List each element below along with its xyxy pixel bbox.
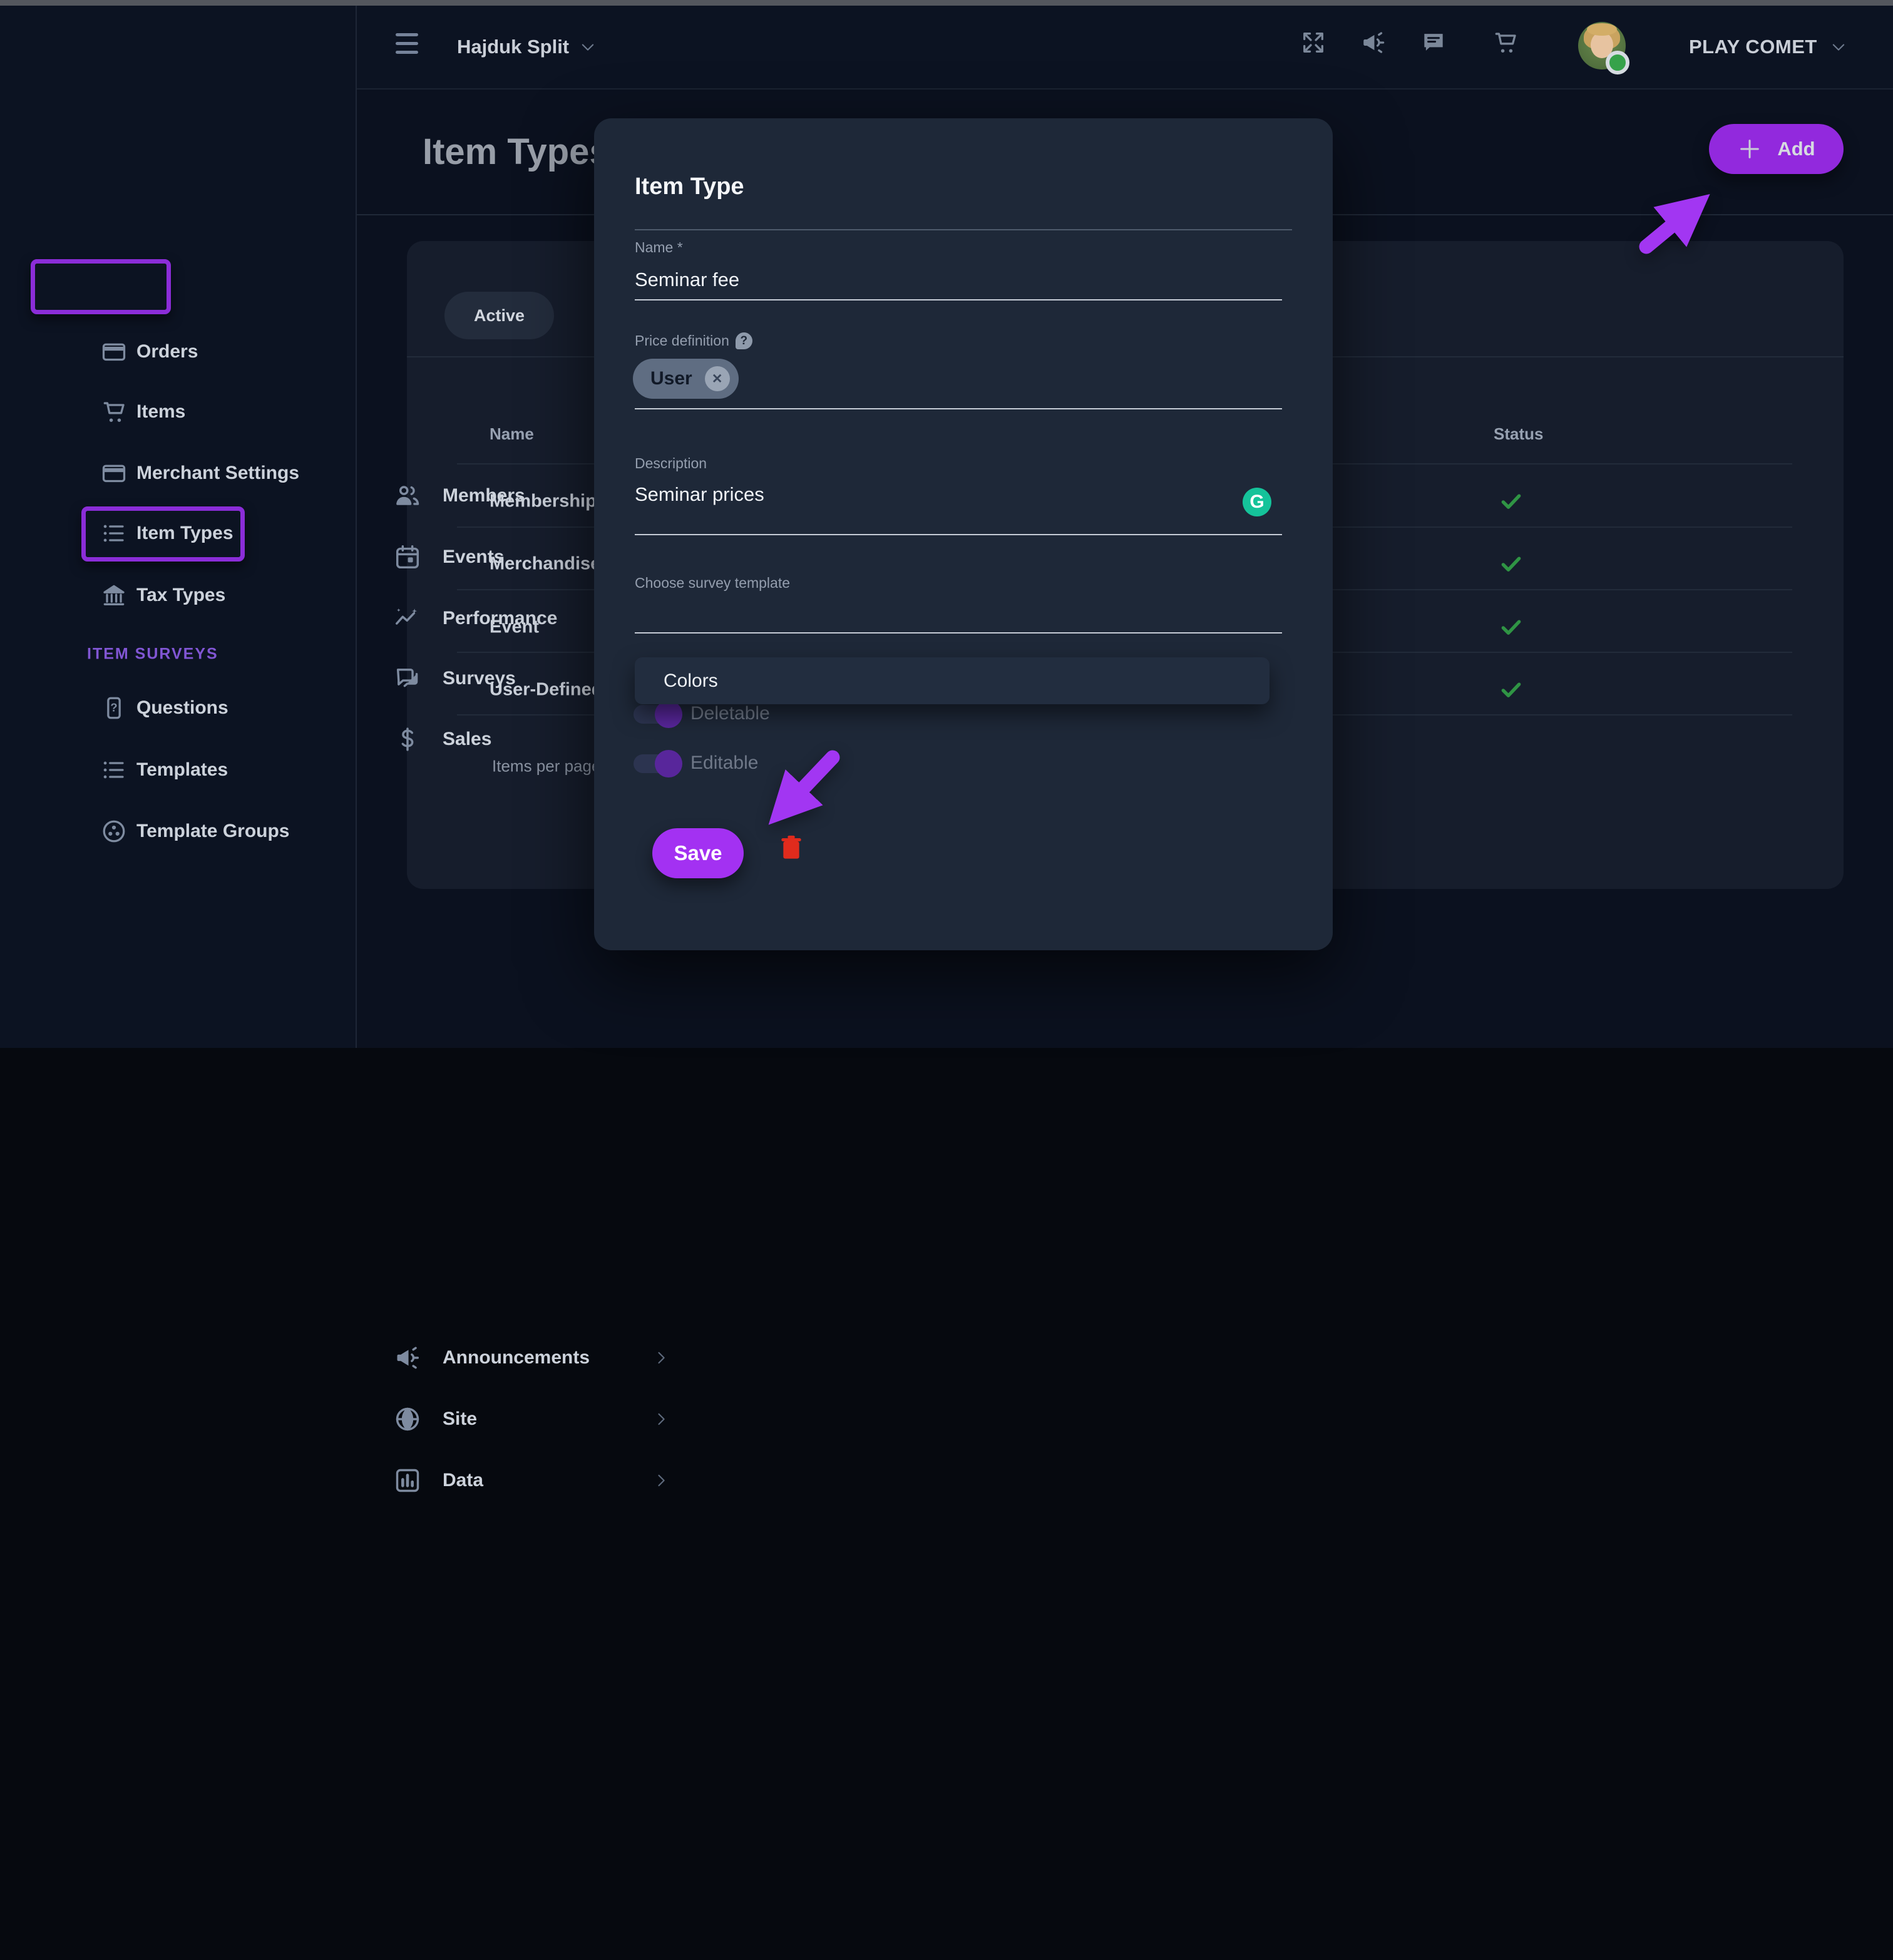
chip-label: User [650, 368, 692, 389]
orders-icon [100, 338, 128, 366]
deletable-toggle-label: Deletable [690, 703, 770, 724]
card-icon [100, 459, 128, 487]
group-icon [100, 818, 128, 845]
editable-toggle[interactable] [634, 754, 679, 773]
club-name: Hajduk Split [457, 36, 569, 58]
sidebar-item-label: Tax Types [136, 585, 225, 606]
window-top-strip [0, 0, 1893, 6]
chip-remove-icon[interactable]: ✕ [705, 366, 730, 391]
sidebar-item-orders[interactable]: Orders [0, 324, 356, 379]
deletable-toggle[interactable] [634, 705, 679, 724]
trash-icon[interactable] [777, 832, 806, 863]
sidebar-item-label: Items [136, 401, 185, 423]
survey-template-label: Choose survey template [635, 575, 790, 592]
sidebar-item-label: Template Groups [136, 821, 289, 842]
description-underline [635, 534, 1282, 535]
sidebar-item-label: Sales [443, 729, 491, 750]
chevron-down-icon [579, 38, 597, 56]
sidebar-item-tax-types[interactable]: Tax Types [0, 568, 356, 623]
item-type-modal: Item Type Name * Seminar fee Price defin… [594, 118, 1333, 950]
sidebar-item-merchant-settings[interactable]: Merchant Settings [0, 446, 356, 501]
cart-icon [100, 398, 128, 426]
help-icon[interactable]: ? [736, 332, 752, 349]
annotation-box-sales [31, 259, 171, 314]
app-window: MembersEventsPerformanceSurveysSalesOrde… [0, 0, 1893, 1048]
chevron-right-icon [652, 1472, 670, 1489]
editable-toggle-label: Editable [690, 752, 758, 774]
topbar: Hajduk Split PLAY COMET [357, 6, 1893, 90]
grammarly-icon[interactable]: G [1243, 488, 1271, 516]
sidebar-item-label: Merchant Settings [136, 463, 299, 484]
dropdown-option-colors[interactable]: Colors [664, 670, 718, 692]
question-icon: ? [100, 694, 128, 722]
hamburger-menu-button[interactable] [396, 33, 418, 58]
sidebar-item-label: Questions [136, 697, 228, 719]
description-field-value[interactable]: Seminar prices [635, 483, 764, 506]
sidebar-item-label: Data [443, 1470, 483, 1491]
chevron-down-icon [1830, 38, 1847, 56]
sales-icon [393, 725, 422, 754]
price-definition-chip[interactable]: User ✕ [633, 359, 739, 399]
account-name: PLAY COMET [1689, 36, 1817, 58]
sidebar-item-templates[interactable]: Templates [0, 742, 356, 798]
price-definition-underline [635, 408, 1282, 409]
megaphone-icon[interactable] [1360, 29, 1387, 56]
sidebar-item-template-groups[interactable]: Template Groups [0, 804, 356, 859]
list-icon [100, 756, 128, 784]
modal-title: Item Type [635, 173, 744, 200]
bank-icon [100, 582, 128, 609]
cart-icon[interactable] [1492, 29, 1519, 56]
chat-icon[interactable] [1420, 29, 1447, 56]
survey-template-dropdown[interactable]: Colors [635, 657, 1270, 704]
save-button[interactable]: Save [652, 828, 744, 878]
avatar[interactable] [1578, 22, 1626, 69]
modal-divider [635, 229, 1292, 230]
name-field-label: Name * [635, 239, 683, 256]
name-field-underline [635, 299, 1282, 300]
club-switcher[interactable]: Hajduk Split [457, 6, 597, 88]
description-field-label: Description [635, 455, 707, 472]
annotation-box-item-types [81, 506, 245, 562]
svg-text:?: ? [110, 701, 117, 714]
survey-template-underline [635, 632, 1282, 634]
sidebar-item-label: Templates [136, 759, 228, 781]
account-menu[interactable]: PLAY COMET [1689, 6, 1847, 88]
price-definition-label: Price definition [635, 332, 729, 349]
fullscreen-icon[interactable] [1300, 29, 1327, 56]
price-definition-label-row: Price definition ? [635, 332, 752, 349]
avatar-fringe [1587, 23, 1617, 36]
sidebar-section-item-surveys: ITEM SURVEYS [87, 645, 218, 664]
sidebar-item-data[interactable]: Data [357, 1000, 1893, 1960]
chart-icon [393, 1466, 422, 1495]
sidebar-item-items[interactable]: Items [0, 384, 356, 439]
name-field-value[interactable]: Seminar fee [635, 269, 739, 291]
online-status-dot [1606, 51, 1629, 74]
sidebar-item-questions[interactable]: ? Questions [0, 680, 356, 736]
sidebar-item-label: Orders [136, 341, 198, 362]
